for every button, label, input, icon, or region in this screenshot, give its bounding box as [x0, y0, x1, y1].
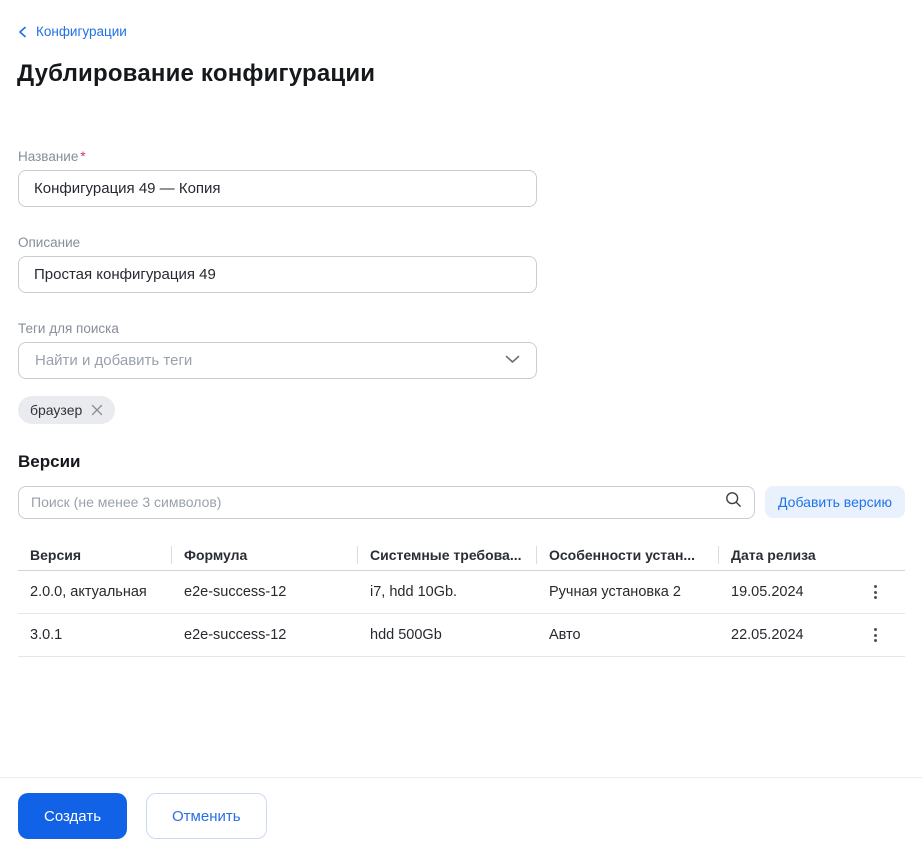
x-close-icon[interactable] [91, 404, 103, 416]
tags-select-placeholder: Найти и добавить теги [35, 352, 192, 369]
duplicate-configuration-page: Конфигурации Дублирование конфигурации Н… [0, 0, 922, 657]
required-asterisk: * [80, 149, 85, 164]
cell-actions [845, 571, 905, 614]
cell-install-features: Ручная установка 2 [537, 571, 719, 614]
kebab-icon [874, 585, 877, 588]
name-input[interactable] [18, 170, 537, 207]
column-header-system-requirements: Системные требова... [358, 540, 537, 571]
tags-label: Теги для поиска [18, 321, 905, 336]
column-header-actions [845, 540, 905, 571]
cell-system-requirements: hdd 500Gb [358, 614, 537, 657]
row-menu-button[interactable] [863, 623, 887, 647]
cell-actions [845, 614, 905, 657]
cell-release-date: 19.05.2024 [719, 571, 845, 614]
page-title: Дублирование конфигурации [17, 60, 905, 88]
chevron-down-icon [505, 351, 520, 369]
row-menu-button[interactable] [863, 580, 887, 604]
cell-formula: e2e-success-12 [172, 571, 358, 614]
tag-chip-label: браузер [30, 402, 82, 418]
tag-chip: браузер [18, 396, 115, 424]
back-link[interactable]: Конфигурации [18, 24, 127, 39]
cell-formula: e2e-success-12 [172, 614, 358, 657]
cell-release-date: 22.05.2024 [719, 614, 845, 657]
add-version-button[interactable]: Добавить версию [765, 486, 905, 518]
search-field-wrap [18, 486, 755, 519]
description-input[interactable] [18, 256, 537, 293]
cell-install-features: Авто [537, 614, 719, 657]
versions-table: Версия Формула Системные требова... Особ… [18, 540, 905, 658]
column-header-install-features: Особенности устан... [537, 540, 719, 571]
versions-search-input[interactable] [18, 486, 755, 519]
magnifier-icon [725, 491, 742, 513]
column-header-formula: Формула [172, 540, 358, 571]
versions-toolbar: Добавить версию [18, 486, 905, 519]
versions-heading: Версии [18, 452, 905, 472]
table-row[interactable]: 3.0.1 e2e-success-12 hdd 500Gb Авто 22.0… [18, 614, 905, 657]
cell-version: 2.0.0, актуальная [18, 571, 172, 614]
table-row[interactable]: 2.0.0, актуальная e2e-success-12 i7, hdd… [18, 571, 905, 614]
cell-system-requirements: i7, hdd 10Gb. [358, 571, 537, 614]
tag-chips-row: браузер [18, 396, 905, 424]
cancel-button[interactable]: Отменить [146, 793, 267, 839]
kebab-icon [874, 628, 877, 631]
create-button[interactable]: Создать [18, 793, 127, 839]
column-header-release-date: Дата релиза [719, 540, 845, 571]
tags-select[interactable]: Найти и добавить теги [18, 342, 537, 379]
table-header-row: Версия Формула Системные требова... Особ… [18, 540, 905, 571]
chevron-left-icon [18, 26, 27, 38]
footer-action-bar: Создать Отменить [0, 777, 922, 848]
back-link-label: Конфигурации [36, 24, 127, 39]
name-label: Название* [18, 149, 905, 164]
cell-version: 3.0.1 [18, 614, 172, 657]
description-label: Описание [18, 235, 905, 250]
column-header-version: Версия [18, 540, 172, 571]
